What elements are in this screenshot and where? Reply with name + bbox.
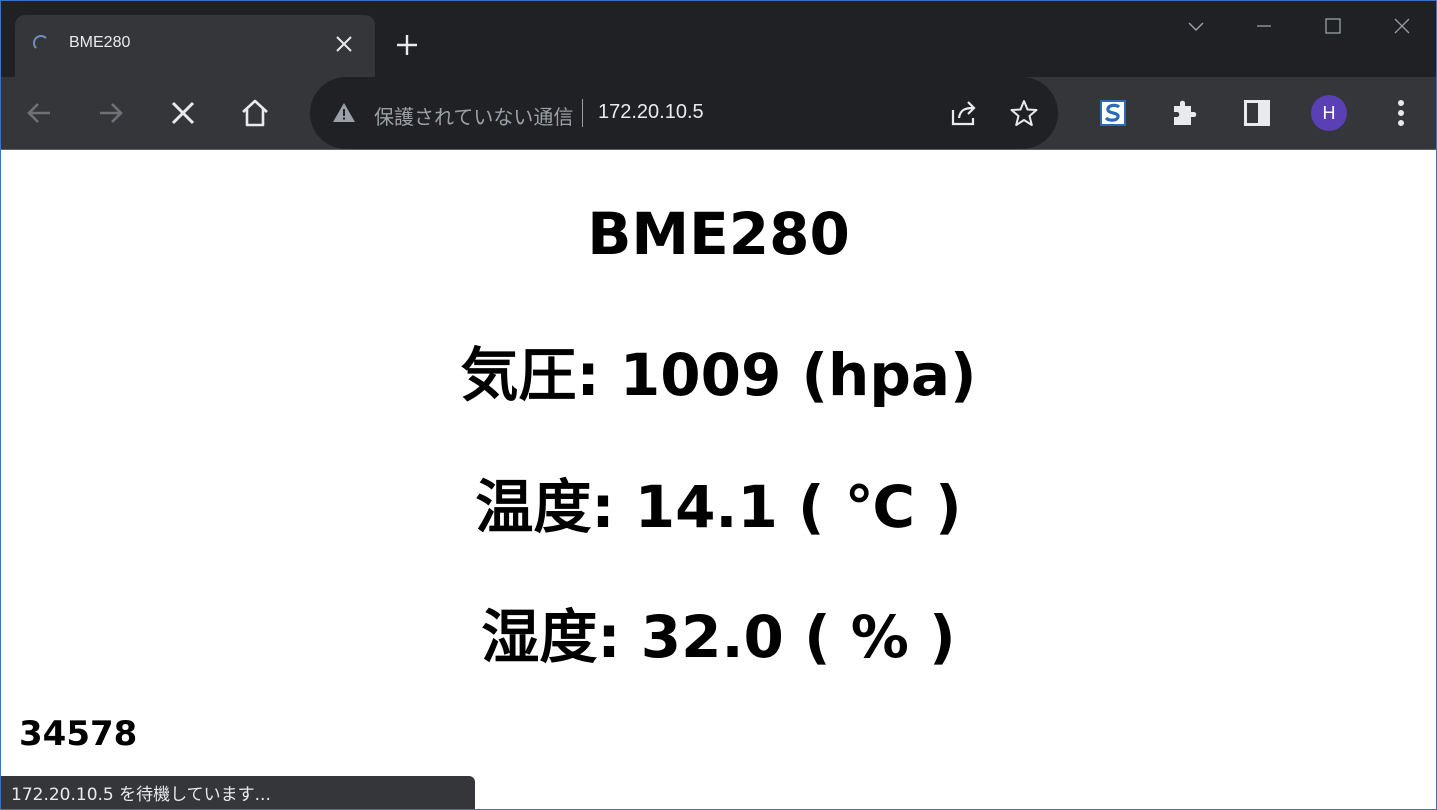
close-icon (171, 101, 195, 125)
plus-icon (397, 35, 417, 55)
side-panel-button[interactable] (1237, 93, 1277, 133)
arrow-left-icon (27, 103, 50, 123)
browser-window: BME280 保護されていない通信 172.20.10.5 H BME280 気… (0, 0, 1437, 810)
tab-bme280[interactable]: BME280 (15, 15, 375, 77)
share-icon (951, 101, 976, 126)
url-text[interactable]: 172.20.10.5 (598, 101, 704, 124)
s-extension-icon (1100, 100, 1126, 126)
home-icon (242, 99, 268, 127)
share-button[interactable] (944, 93, 984, 133)
chevron-down-icon (1188, 22, 1204, 32)
side-panel-icon (1244, 100, 1270, 126)
tab-close-button[interactable] (331, 31, 357, 57)
home-button[interactable] (235, 93, 275, 133)
security-status-text[interactable]: 保護されていない通信 (374, 101, 573, 130)
close-icon (1394, 18, 1410, 34)
back-button[interactable] (19, 93, 59, 133)
menu-button[interactable] (1381, 93, 1421, 133)
stop-button[interactable] (163, 93, 203, 133)
warning-icon[interactable] (332, 101, 356, 125)
page-heading: BME280 (587, 200, 850, 268)
web-page-content: BME280 気圧: 1009 (hpa) 温度: 14.1 ( ℃ ) 湿度:… (1, 150, 1436, 809)
tab-title: BME280 (69, 34, 131, 51)
forward-button[interactable] (91, 93, 131, 133)
address-bar[interactable]: 保護されていない通信 172.20.10.5 (310, 77, 1058, 149)
star-icon (1010, 100, 1038, 126)
arrow-right-icon (100, 103, 123, 123)
temperature-reading: 温度: 14.1 ( ℃ ) (475, 473, 962, 541)
loading-spinner-icon (33, 35, 49, 51)
minimize-button[interactable] (1247, 9, 1281, 43)
bookmark-button[interactable] (1004, 93, 1044, 133)
counter-value: 34578 (19, 714, 138, 754)
toolbar: 保護されていない通信 172.20.10.5 H (1, 77, 1436, 150)
minimize-icon (1257, 25, 1271, 27)
s-extension-button[interactable] (1093, 93, 1133, 133)
humidity-reading: 湿度: 32.0 ( % ) (481, 603, 956, 671)
extensions-button[interactable] (1165, 93, 1205, 133)
omnibox-separator (582, 99, 583, 127)
close-icon (336, 36, 352, 52)
maximize-button[interactable] (1316, 9, 1350, 43)
puzzle-icon (1174, 100, 1197, 125)
kebab-menu-icon (1398, 100, 1404, 126)
tab-search-button[interactable] (1179, 9, 1213, 43)
profile-avatar[interactable]: H (1311, 95, 1347, 131)
new-tab-button[interactable] (391, 29, 423, 61)
status-bubble: 172.20.10.5 を待機しています... (1, 776, 475, 809)
pressure-reading: 気圧: 1009 (hpa) (460, 341, 977, 409)
tab-strip: BME280 (1, 1, 1436, 77)
window-close-button[interactable] (1385, 9, 1419, 43)
maximize-icon (1325, 18, 1341, 34)
